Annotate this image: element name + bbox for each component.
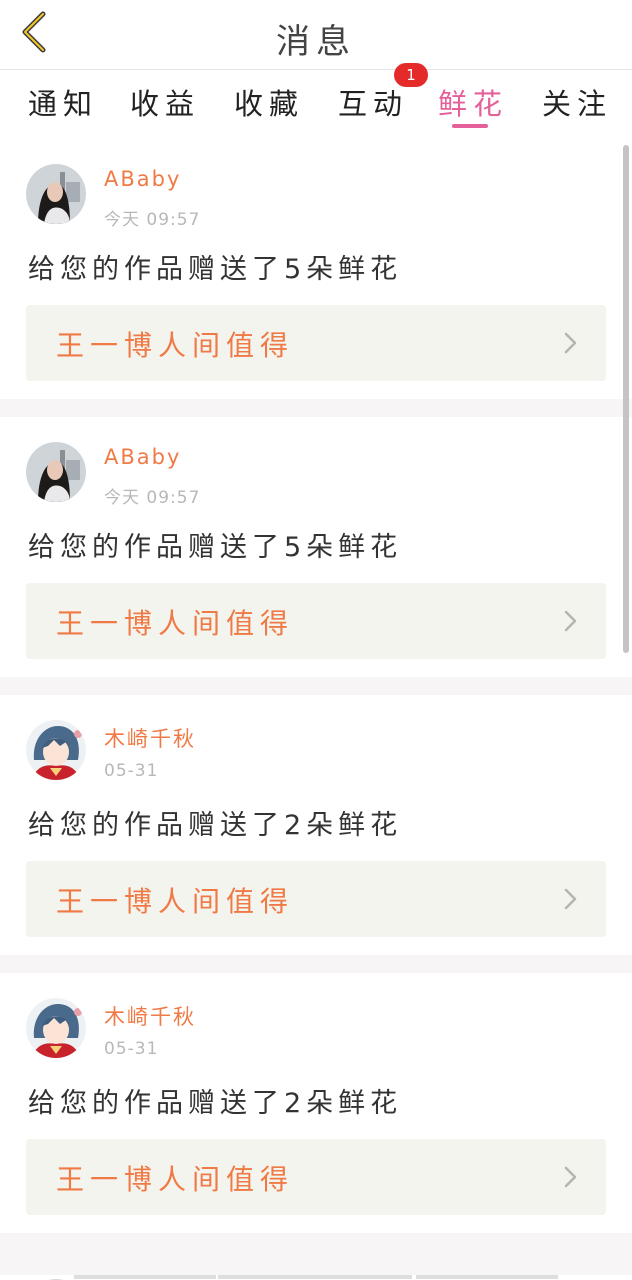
message-text: 给您的作品赠送了2朵鲜花 — [28, 1088, 403, 1119]
tab-bar: 通知 收益 收藏 互动 鲜花 关注 — [0, 71, 632, 139]
active-tab-indicator — [452, 124, 488, 128]
work-title: 王一博人间值得 — [56, 607, 295, 640]
work-title: 王一博人间值得 — [56, 1163, 295, 1196]
message-item: 木崎千秋 05-31 给您的作品赠送了2朵鲜花 王一博人间值得 — [0, 695, 632, 955]
chevron-right-icon — [564, 888, 577, 910]
avatar-anime — [26, 998, 86, 1058]
tab-interactions[interactable]: 互动 — [338, 81, 408, 123]
placeholder-bar — [416, 1275, 558, 1279]
unread-badge: 1 — [394, 63, 428, 87]
message-text: 给您的作品赠送了5朵鲜花 — [28, 254, 403, 285]
avatar[interactable] — [26, 998, 86, 1058]
scrollbar[interactable] — [623, 145, 629, 653]
message-item-partial — [0, 1275, 632, 1280]
username[interactable]: ABaby — [104, 167, 181, 191]
message-time: 今天 09:57 — [104, 210, 201, 230]
tab-notifications[interactable]: 通知 — [28, 81, 98, 123]
chevron-right-icon — [564, 332, 577, 354]
work-title: 王一博人间值得 — [56, 885, 295, 918]
work-link[interactable]: 王一博人间值得 — [26, 861, 606, 937]
avatar-photo-girl — [26, 164, 86, 224]
message-item: ABaby 今天 09:57 给您的作品赠送了5朵鲜花 王一博人间值得 — [0, 417, 632, 677]
message-item: ABaby 今天 09:57 给您的作品赠送了5朵鲜花 王一博人间值得 — [0, 139, 632, 399]
avatar-photo-girl — [26, 442, 86, 502]
tab-flowers[interactable]: 鲜花 — [438, 81, 508, 123]
tab-following[interactable]: 关注 — [542, 81, 612, 123]
username[interactable]: 木崎千秋 — [104, 723, 196, 753]
message-time: 05-31 — [104, 761, 159, 781]
message-time: 今天 09:57 — [104, 488, 201, 508]
work-link[interactable]: 王一博人间值得 — [26, 1139, 606, 1215]
chevron-right-icon — [564, 1166, 577, 1188]
work-link[interactable]: 王一博人间值得 — [26, 583, 606, 659]
avatar-anime — [26, 720, 86, 780]
message-text: 给您的作品赠送了5朵鲜花 — [28, 532, 403, 563]
placeholder-bar — [74, 1275, 216, 1279]
tab-earnings[interactable]: 收益 — [130, 81, 200, 123]
username[interactable]: ABaby — [104, 445, 181, 469]
message-list[interactable]: ABaby 今天 09:57 给您的作品赠送了5朵鲜花 王一博人间值得 ABab… — [0, 139, 632, 1280]
placeholder-bar — [218, 1275, 412, 1279]
message-item: 木崎千秋 05-31 给您的作品赠送了2朵鲜花 王一博人间值得 — [0, 973, 632, 1233]
message-time: 05-31 — [104, 1039, 159, 1059]
header: 消息 — [0, 0, 632, 70]
username[interactable]: 木崎千秋 — [104, 1001, 196, 1031]
work-title: 王一博人间值得 — [56, 329, 295, 362]
avatar[interactable] — [26, 720, 86, 780]
page-title: 消息 — [276, 22, 356, 62]
message-text: 给您的作品赠送了2朵鲜花 — [28, 810, 403, 841]
avatar[interactable] — [26, 164, 86, 224]
chevron-right-icon — [564, 610, 577, 632]
tab-favorites[interactable]: 收藏 — [234, 81, 304, 123]
avatar[interactable] — [26, 442, 86, 502]
work-link[interactable]: 王一博人间值得 — [26, 305, 606, 381]
